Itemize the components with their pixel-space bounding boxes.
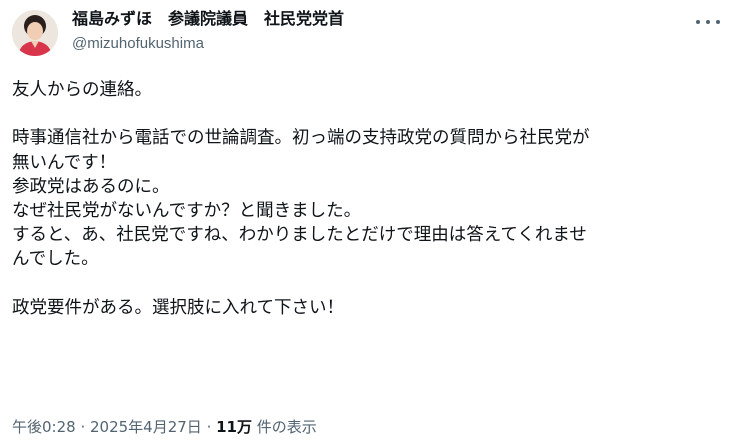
author-display-name[interactable]: 福島みずほ 参議院議員 社民党党首 <box>72 8 344 30</box>
tweet-text-line: 無いんです！ <box>12 152 117 173</box>
tweet-text-line: 友人からの連絡。 <box>12 80 152 100</box>
tweet-text-line: なぜ社民党がないんですか？と聞きました。 <box>12 200 362 221</box>
views-count: 11万 <box>216 418 252 436</box>
more-horizontal-icon <box>696 20 700 24</box>
tweet-date: 2025年4月27日 <box>90 418 202 436</box>
avatar[interactable] <box>12 10 58 56</box>
profile-photo <box>12 10 58 56</box>
tweet: 福島みずほ 参議院議員 社民党党首 @mizuhofukushima 友人からの… <box>0 0 736 448</box>
more-horizontal-icon <box>716 20 720 24</box>
tweet-text-line: んでした。 <box>12 249 99 270</box>
tweet-time: 午後0:28 <box>12 418 76 436</box>
tweet-text-line: 政党要件がある。選択肢に入れて下さい！ <box>12 297 344 318</box>
tweet-text: 友人からの連絡。時事通信社から電話での世論調査。初っ端の支持政党の質問から社民党… <box>12 78 722 320</box>
more-horizontal-icon <box>706 20 710 24</box>
meta-separator: · <box>75 418 90 436</box>
author-info: 福島みずほ 参議院議員 社民党党首 @mizuhofukushima <box>72 8 344 55</box>
tweet-time-link[interactable]: 午後0:28 · 2025年4月27日 <box>12 418 202 436</box>
author-handle[interactable]: @mizuhofukushima <box>72 33 344 55</box>
meta-separator: · <box>201 418 217 436</box>
tweet-text-line: 時事通信社から電話での世論調査。初っ端の支持政党の質問から社民党が <box>12 128 590 149</box>
views-label: 件の表示 <box>252 418 317 436</box>
tweet-text-line: 参政党はあるのに。 <box>12 176 170 197</box>
more-options-button[interactable] <box>694 12 722 32</box>
tweet-text-line: すると、あ、社民党ですね、わかりましたとだけで理由は答えてくれませ <box>12 225 587 246</box>
tweet-metadata: 午後0:28 · 2025年4月27日 · 11万 件の表示 <box>12 416 317 438</box>
